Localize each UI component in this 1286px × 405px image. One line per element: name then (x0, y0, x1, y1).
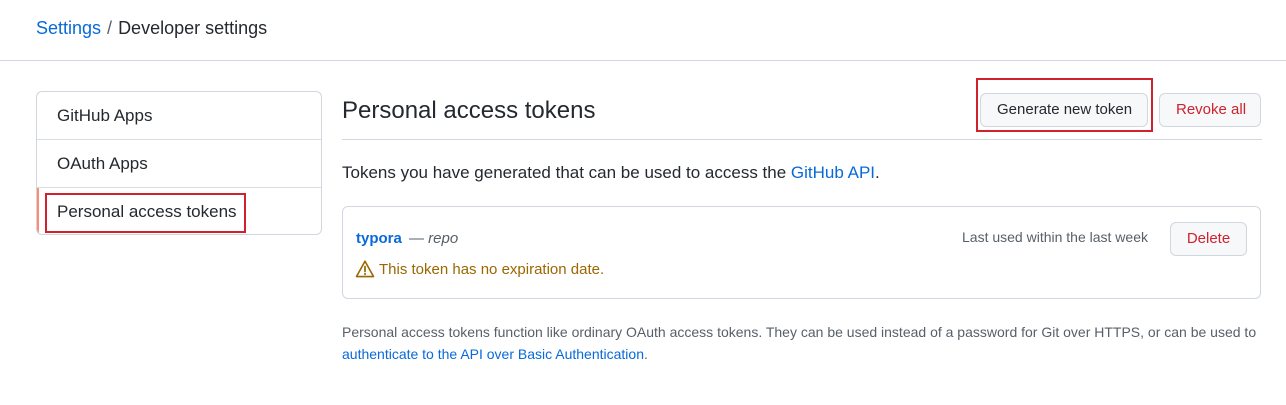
sidebar-item-personal-access-tokens[interactable]: Personal access tokens (37, 188, 321, 234)
breadcrumb-settings-link[interactable]: Settings (36, 18, 101, 38)
generate-new-token-button[interactable]: Generate new token (980, 93, 1148, 127)
footnote-suffix: . (643, 346, 648, 362)
sidebar-item-oauth-apps[interactable]: OAuth Apps (37, 140, 321, 188)
footnote: Personal access tokens function like ord… (342, 321, 1262, 365)
token-last-used: Last used within the last week (962, 229, 1148, 245)
token-name-link[interactable]: typora (356, 230, 402, 247)
title-row: Personal access tokens Generate new toke… (342, 78, 1262, 140)
main-content: Personal access tokens Generate new toke… (342, 78, 1262, 362)
developer-settings-sidebar: GitHub Apps OAuth Apps Personal access t… (36, 91, 322, 235)
breadcrumb-current: Developer settings (118, 18, 268, 38)
breadcrumb-separator: / (107, 18, 113, 38)
sidebar-item-label: GitHub Apps (57, 105, 153, 125)
description-suffix: . (875, 163, 880, 182)
delete-token-button[interactable]: Delete (1170, 222, 1247, 256)
token-list-item: typora — repo Last used within the last … (342, 206, 1261, 299)
description-text: Tokens you have generated that can be us… (342, 163, 791, 182)
breadcrumb: Settings / Developer settings (36, 17, 267, 39)
warning-text: This token has no expiration date. (379, 260, 605, 278)
page-header: Settings / Developer settings (0, 0, 1286, 61)
footnote-text: Personal access tokens function like ord… (342, 324, 1257, 340)
github-api-link[interactable]: GitHub API (791, 163, 875, 182)
tokens-description: Tokens you have generated that can be us… (342, 162, 880, 184)
page-title: Personal access tokens (342, 97, 596, 124)
basic-auth-link[interactable]: authenticate to the API over Basic Authe… (342, 346, 644, 362)
sidebar-item-label: OAuth Apps (57, 153, 148, 173)
token-dash: — (409, 230, 429, 247)
revoke-all-button[interactable]: Revoke all (1159, 93, 1261, 127)
alert-triangle-icon (355, 260, 375, 278)
token-scope-value: repo (428, 230, 459, 247)
token-scope: — repo (409, 230, 458, 247)
sidebar-item-github-apps[interactable]: GitHub Apps (37, 92, 321, 140)
sidebar-item-label: Personal access tokens (57, 202, 237, 221)
token-expiration-warning: This token has no expiration date. (355, 259, 604, 279)
